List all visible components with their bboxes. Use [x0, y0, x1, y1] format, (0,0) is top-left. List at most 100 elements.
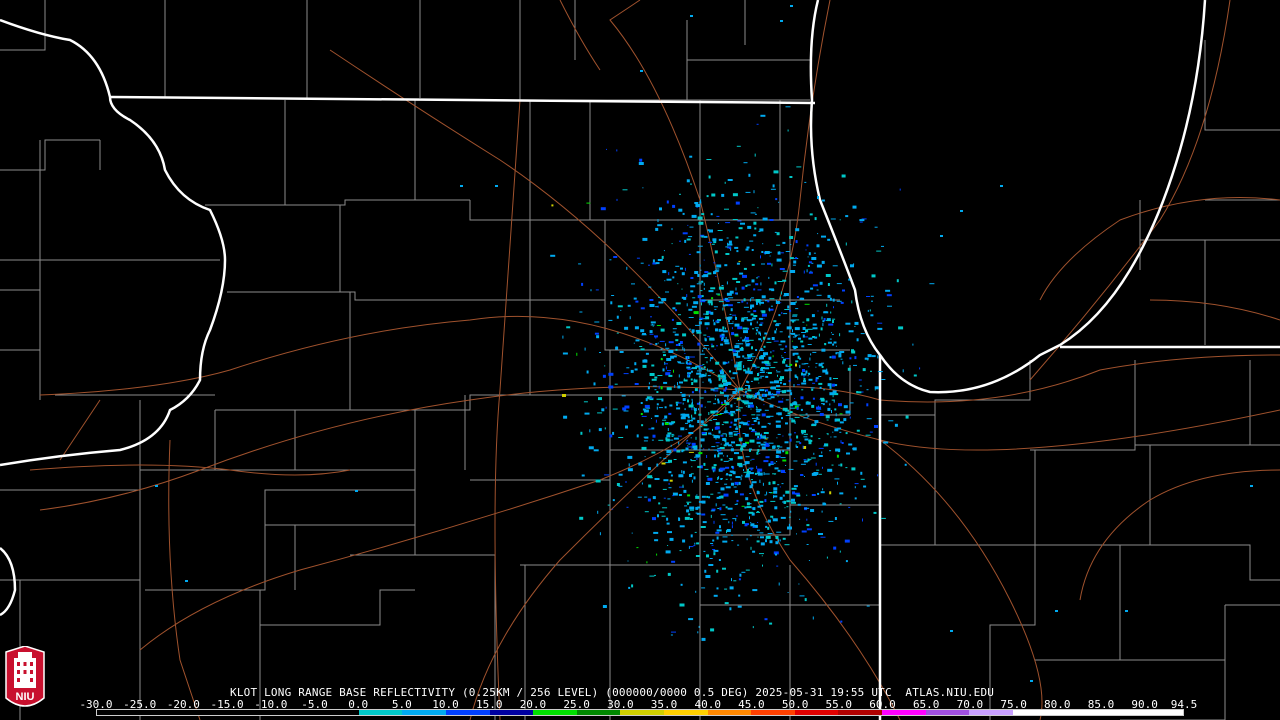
echo-pixel	[717, 447, 721, 449]
echo-pixel	[752, 626, 754, 629]
echo-pixel	[705, 482, 710, 485]
echo-pixel	[764, 409, 769, 411]
echo-pixel	[608, 385, 614, 389]
echo-pixel	[678, 314, 681, 316]
echo-pixel	[780, 340, 786, 343]
echo-pixel	[676, 407, 681, 410]
echo-pixel	[1250, 485, 1253, 487]
echo-pixel	[756, 511, 759, 512]
echo-pixel	[767, 337, 771, 340]
echo-pixel	[862, 518, 863, 522]
echo-pixel	[760, 443, 766, 446]
echo-pixel	[731, 359, 733, 361]
echo-pixel	[807, 256, 809, 258]
echo-pixel	[846, 452, 850, 455]
echo-pixel	[845, 322, 851, 325]
echo-pixel	[793, 402, 797, 404]
echo-pixel	[765, 456, 770, 459]
echo-pixel	[808, 337, 813, 340]
echo-pixel	[723, 493, 729, 497]
echo-pixel	[723, 460, 729, 462]
echo-pixel	[697, 506, 701, 509]
echo-pixel	[727, 384, 731, 385]
echo-pixel	[782, 494, 785, 497]
echo-pixel	[782, 407, 788, 411]
echo-pixel	[869, 431, 873, 433]
echo-pixel	[773, 462, 776, 464]
echo-pixel	[710, 543, 714, 544]
echo-pixel	[615, 346, 619, 350]
echo-pixel	[676, 403, 678, 406]
highway-line	[39, 386, 741, 511]
echo-pixel	[666, 450, 672, 454]
echo-pixel	[838, 449, 841, 453]
echo-pixel	[885, 289, 891, 292]
echo-pixel	[894, 423, 898, 427]
echo-pixel	[801, 389, 804, 391]
echo-pixel	[832, 320, 834, 323]
echo-pixel	[780, 376, 784, 380]
echo-pixel	[773, 487, 778, 491]
echo-pixel	[614, 383, 618, 385]
echo-pixel	[752, 507, 756, 511]
echo-pixel	[677, 283, 679, 285]
echo-pixel	[804, 438, 809, 441]
echo-pixel	[692, 297, 696, 299]
echo-pixel	[681, 288, 683, 290]
echo-pixel	[695, 324, 701, 326]
echo-pixel	[720, 401, 723, 404]
echo-pixel	[666, 434, 671, 438]
echo-pixel	[661, 422, 664, 426]
echo-pixel	[652, 259, 655, 263]
echo-pixel	[750, 322, 752, 326]
echo-pixel	[759, 389, 765, 392]
echo-pixel	[749, 240, 754, 242]
echo-pixel	[724, 181, 726, 184]
echo-pixel	[825, 415, 830, 419]
echo-pixel	[750, 431, 753, 432]
echo-pixel	[788, 368, 792, 371]
echo-pixel	[716, 445, 719, 447]
echo-pixel	[721, 333, 725, 336]
echo-pixel	[745, 390, 748, 393]
echo-pixel	[722, 330, 728, 333]
echo-pixel	[761, 310, 766, 314]
echo-pixel	[645, 352, 649, 355]
county-line	[880, 450, 1036, 546]
echo-pixel	[795, 301, 797, 304]
echo-pixel	[745, 248, 749, 251]
echo-pixel	[754, 227, 757, 230]
echo-pixel	[827, 407, 831, 411]
echo-pixel	[802, 334, 805, 338]
county-line	[610, 395, 701, 451]
echo-pixel	[839, 219, 841, 221]
echo-pixel	[711, 544, 714, 546]
echo-pixel	[701, 213, 705, 216]
echo-pixel	[713, 470, 715, 473]
echo-pixel	[867, 309, 869, 312]
echo-pixel	[687, 419, 691, 423]
echo-pixel	[760, 434, 762, 437]
echo-pixel	[710, 343, 713, 345]
echo-pixel	[746, 538, 748, 541]
echo-pixel	[713, 552, 716, 556]
echo-pixel	[593, 382, 596, 386]
echo-pixel	[689, 226, 694, 228]
echo-pixel	[796, 384, 800, 386]
echo-pixel	[773, 361, 778, 363]
echo-pixel	[803, 417, 809, 419]
echo-pixel	[905, 415, 909, 419]
echo-pixel	[888, 420, 894, 422]
echo-pixel	[773, 320, 777, 323]
echo-pixel	[758, 390, 760, 393]
echo-pixel	[635, 339, 640, 342]
echo-pixel	[817, 196, 819, 199]
echo-pixel	[806, 544, 809, 545]
echo-pixel	[660, 348, 663, 350]
echo-pixel	[612, 431, 615, 435]
echo-pixel	[761, 295, 766, 299]
echo-pixel	[697, 216, 703, 220]
echo-pixel	[760, 348, 763, 351]
echo-pixel	[874, 425, 878, 428]
echo-pixel	[677, 361, 679, 363]
